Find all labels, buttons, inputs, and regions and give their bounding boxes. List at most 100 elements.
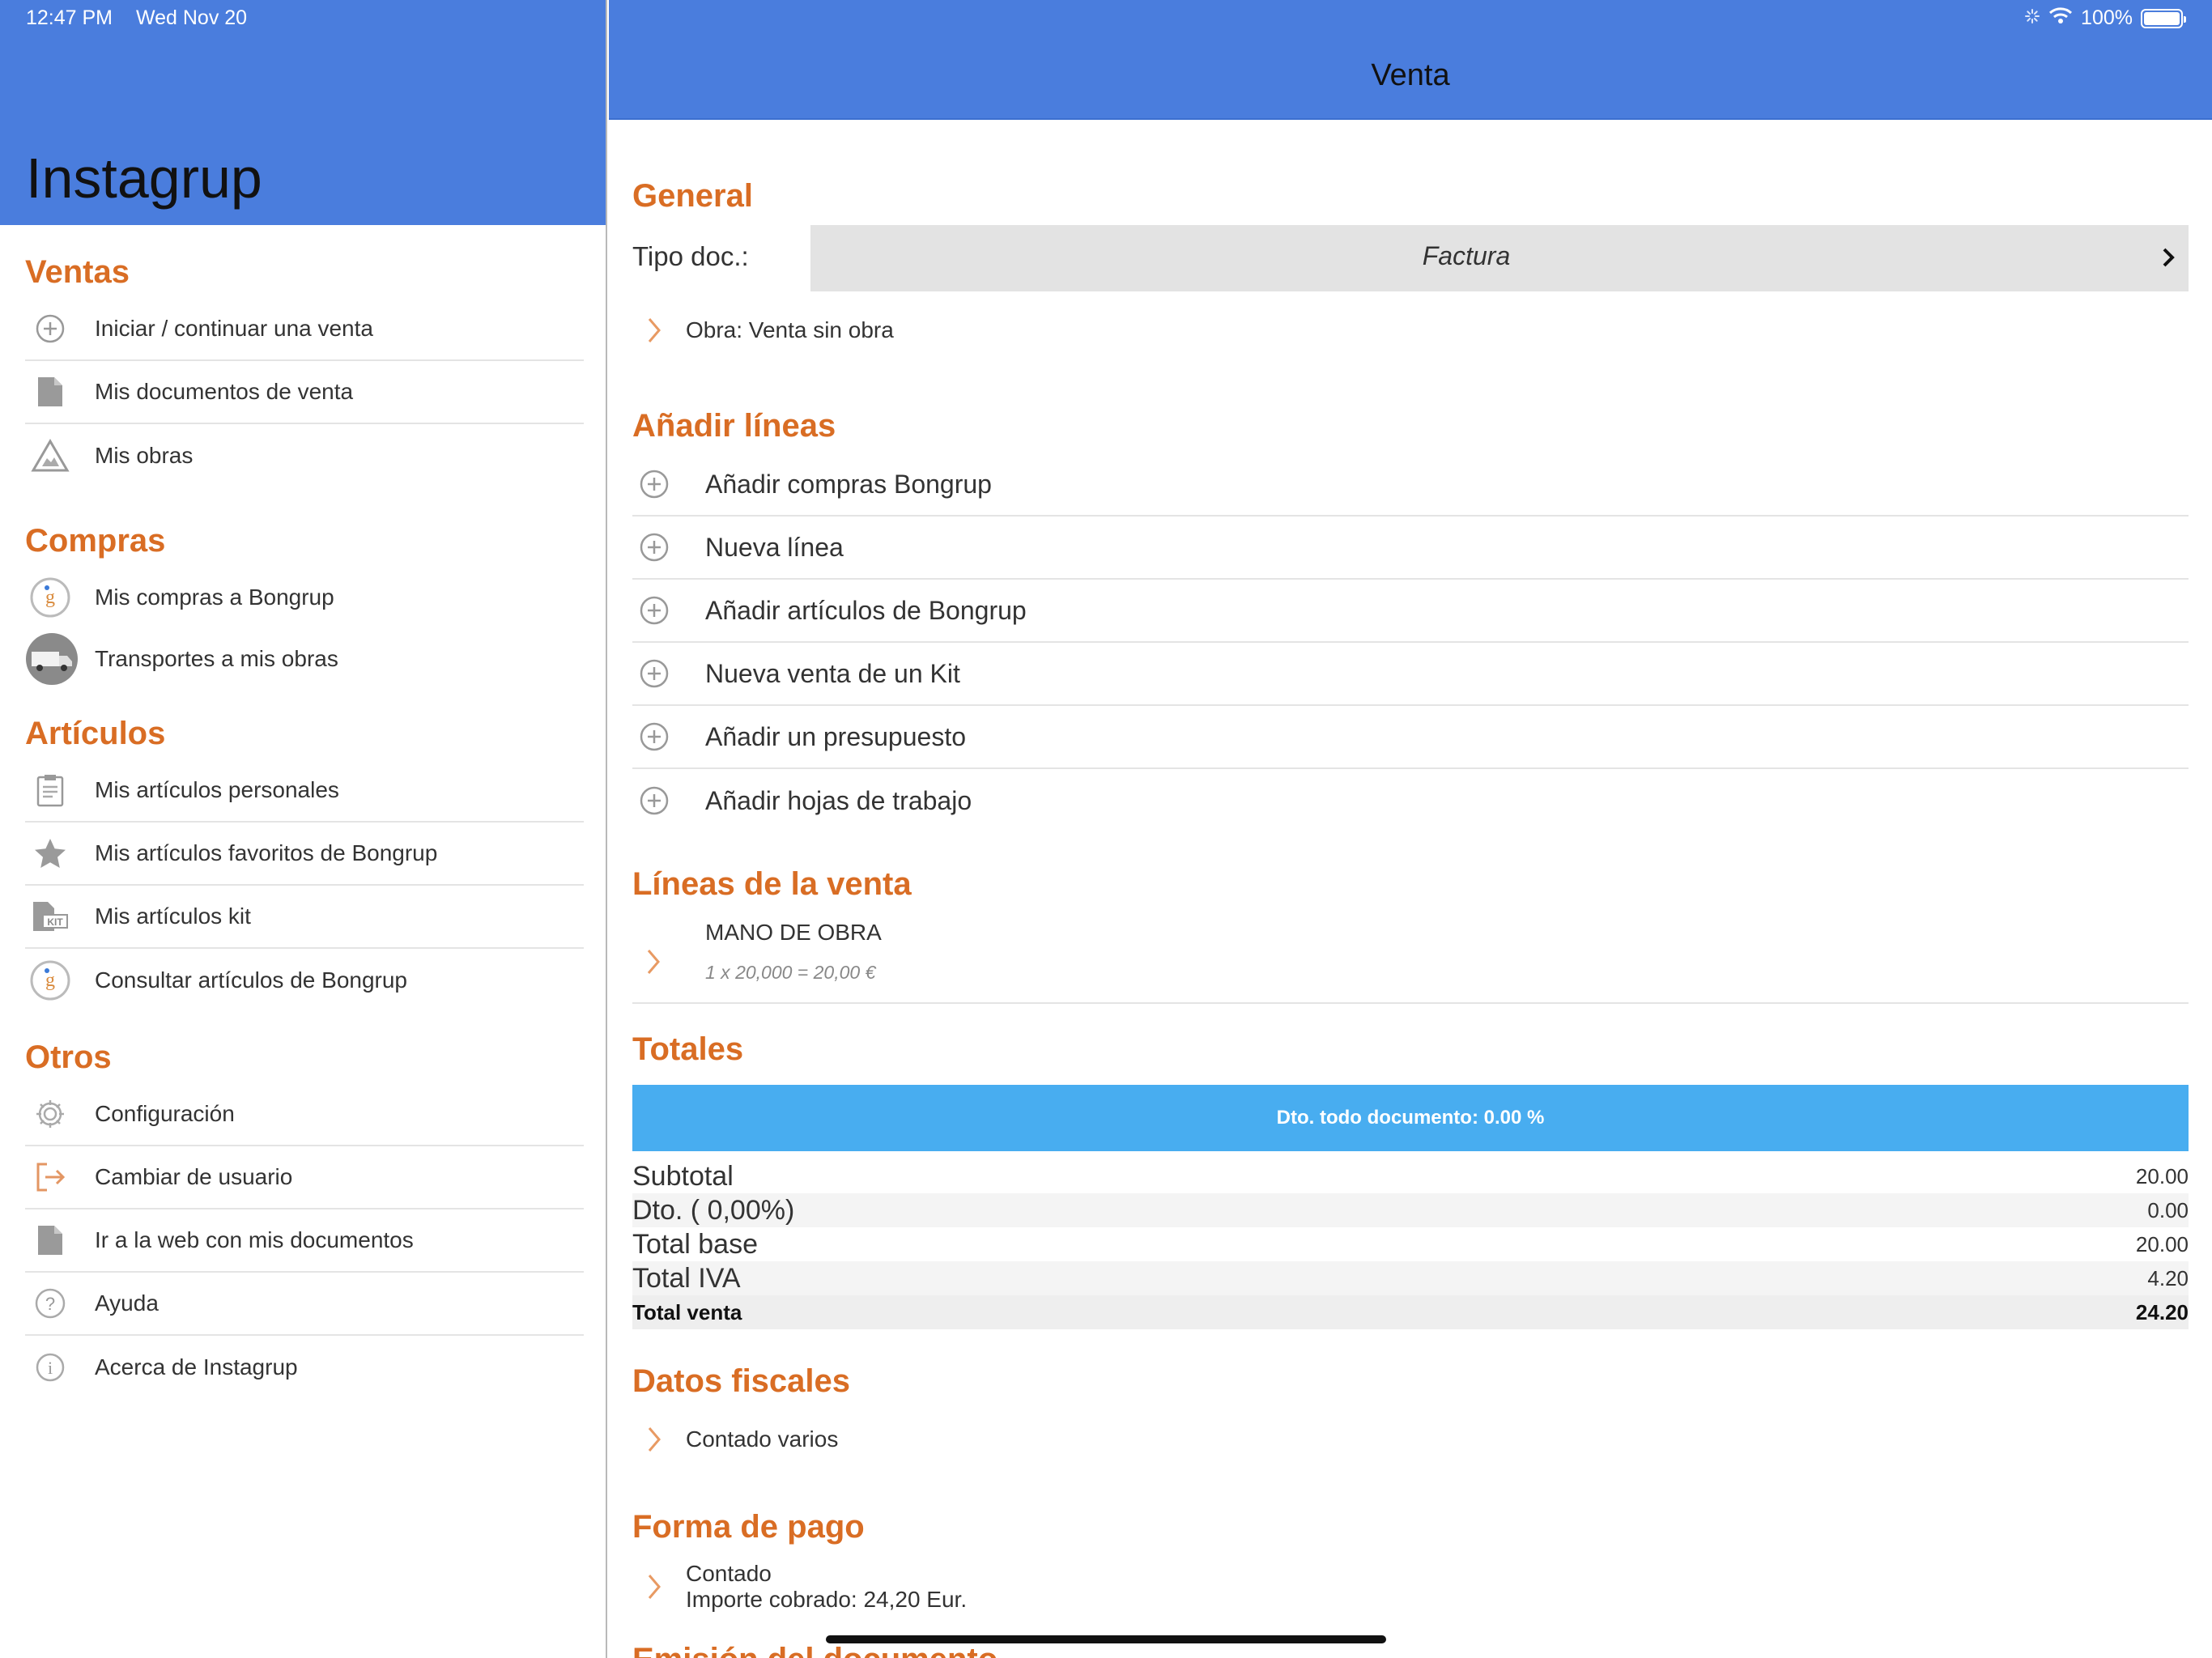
chevron-right-icon (2159, 243, 2179, 276)
home-indicator[interactable] (826, 1635, 1386, 1643)
linea-detail: 1 x 20,000 = 20,00 € (705, 962, 876, 983)
section-anadir-title: Añadir líneas (632, 408, 836, 444)
sidebar-header: 12:47 PM Wed Nov 20 Instagrup (0, 0, 606, 225)
main-header: 100% Venta (609, 0, 2212, 120)
main-panel: 100% Venta General Tipo doc.: Factura Ob… (609, 0, 2212, 1658)
linea-name: MANO DE OBRA (705, 920, 882, 945)
total-row-venta: Total venta 24.20 (632, 1295, 2189, 1329)
add-articulos-bongrup[interactable]: Añadir artículos de Bongrup (632, 580, 2189, 643)
battery-percent: 100% (2081, 6, 2133, 29)
bongrup-logo-icon: g (28, 959, 72, 1002)
bongrup-logo-icon: g (28, 576, 72, 619)
tipo-doc-row: Tipo doc.: Factura (632, 225, 2189, 291)
menu-item-mis-documentos-venta[interactable]: Mis documentos de venta (25, 361, 584, 424)
add-item-label: Añadir un presupuesto (705, 721, 966, 751)
menu-item-mis-obras[interactable]: Mis obras (25, 424, 584, 487)
plus-circle-icon (632, 595, 676, 626)
tipo-doc-label: Tipo doc.: (632, 241, 749, 271)
total-row-iva: Total IVA 4.20 (632, 1261, 2189, 1295)
menu-item-label: Mis obras (95, 443, 194, 468)
plus-circle-icon (632, 532, 676, 563)
menu-item-acerca-de[interactable]: i Acerca de Instagrup (25, 1336, 584, 1399)
document-icon (28, 1218, 72, 1262)
status-bar-right: 100% (2024, 6, 2186, 30)
menu-item-label: Mis compras a Bongrup (95, 585, 334, 610)
tipo-doc-value: Factura (1422, 241, 1511, 270)
help-icon: ? (28, 1282, 72, 1325)
star-icon (28, 831, 72, 875)
tipo-doc-select[interactable]: Factura (810, 225, 2189, 291)
plus-circle-icon (632, 785, 676, 816)
plus-circle-icon (632, 658, 676, 689)
add-hojas-trabajo[interactable]: Añadir hojas de trabajo (632, 769, 2189, 832)
plus-circle-icon (632, 469, 676, 500)
total-label: Total base (632, 1228, 758, 1260)
gear-icon (28, 1092, 72, 1136)
total-row-base: Total base 20.00 (632, 1227, 2189, 1261)
forma-pago-row[interactable]: Contado Importe cobrado: 24,20 Eur. (632, 1561, 967, 1613)
menu-item-label: Transportes a mis obras (95, 646, 338, 671)
kit-document-icon: KIT (28, 895, 72, 938)
total-value: 20.00 (2135, 1163, 2189, 1188)
menu-section-otros: Otros (25, 1039, 112, 1075)
menu-item-consultar-articulos[interactable]: g Consultar artículos de Bongrup (25, 949, 584, 1012)
menu-item-ayuda[interactable]: ? Ayuda (25, 1273, 584, 1336)
menu-item-iniciar-venta[interactable]: Iniciar / continuar una venta (25, 298, 584, 361)
add-item-label: Añadir artículos de Bongrup (705, 595, 1027, 625)
total-value: 0.00 (2147, 1197, 2189, 1222)
menu-item-label: Acerca de Instagrup (95, 1354, 298, 1380)
add-venta-kit[interactable]: Nueva venta de un Kit (632, 643, 2189, 706)
linea-row[interactable]: MANO DE OBRA 1 x 20,000 = 20,00 € (632, 913, 2189, 1004)
menu-item-label: Mis artículos personales (95, 777, 339, 802)
page-title: Venta (1371, 58, 1450, 92)
plus-circle-icon (632, 721, 676, 752)
total-row-subtotal: Subtotal 20.00 (632, 1159, 2189, 1193)
obra-row[interactable]: Obra: Venta sin obra (632, 314, 894, 346)
menu-item-ir-web[interactable]: Ir a la web con mis documentos (25, 1209, 584, 1273)
menu-item-transportes[interactable]: Transportes a mis obras (25, 628, 584, 690)
section-lineas-title: Líneas de la venta (632, 866, 912, 902)
sidebar: 12:47 PM Wed Nov 20 Instagrup Ventas Ini… (0, 0, 607, 1658)
section-emision-title: Emisión del documento (632, 1642, 998, 1658)
section-fiscales-title: Datos fiscales (632, 1363, 851, 1399)
menu-item-label: Mis documentos de venta (95, 379, 354, 404)
battery-icon (2141, 8, 2186, 28)
add-presupuesto[interactable]: Añadir un presupuesto (632, 706, 2189, 769)
total-label: Total venta (632, 1299, 742, 1324)
section-totales-title: Totales (632, 1031, 744, 1067)
total-value: 24.20 (2135, 1299, 2189, 1324)
add-item-label: Nueva línea (705, 532, 844, 562)
totals-table: Subtotal 20.00 Dto. ( 0,00%) 0.00 Total … (632, 1159, 2189, 1329)
total-label: Dto. ( 0,00%) (632, 1194, 795, 1226)
chevron-right-icon (632, 1423, 676, 1456)
datos-fiscales-row[interactable]: Contado varios (632, 1423, 838, 1456)
menu-item-articulos-personales[interactable]: Mis artículos personales (25, 759, 584, 823)
status-time: 12:47 PM (26, 6, 113, 29)
add-nueva-linea[interactable]: Nueva línea (632, 517, 2189, 580)
dto-documento-button[interactable]: Dto. todo documento: 0.00 % (632, 1085, 2189, 1151)
construction-sign-icon (28, 434, 72, 478)
add-compras-bongrup[interactable]: Añadir compras Bongrup (632, 453, 2189, 517)
forma-pago-line2: Importe cobrado: 24,20 Eur. (686, 1587, 968, 1612)
menu-item-articulos-kit[interactable]: KIT Mis artículos kit (25, 886, 584, 949)
add-item-label: Añadir hojas de trabajo (705, 785, 972, 815)
menu-item-label: Configuración (95, 1101, 235, 1126)
menu-item-cambiar-usuario[interactable]: Cambiar de usuario (25, 1146, 584, 1209)
info-icon: i (28, 1346, 72, 1389)
menu-item-mis-compras[interactable]: g Mis compras a Bongrup (25, 567, 584, 628)
document-icon (28, 370, 72, 414)
menu-item-articulos-favoritos[interactable]: Mis artículos favoritos de Bongrup (25, 823, 584, 886)
svg-text:?: ? (45, 1294, 55, 1314)
clipboard-icon (28, 768, 72, 812)
datos-fiscales-value: Contado varios (686, 1426, 839, 1452)
activity-spinner-icon (2024, 6, 2040, 30)
total-row-dto: Dto. ( 0,00%) 0.00 (632, 1193, 2189, 1227)
section-general-title: General (632, 178, 753, 214)
menu-section-ventas: Ventas (25, 254, 130, 290)
total-value: 4.20 (2147, 1265, 2189, 1290)
forma-pago-text: Contado Importe cobrado: 24,20 Eur. (686, 1561, 967, 1613)
menu-item-configuracion[interactable]: Configuración (25, 1083, 584, 1146)
total-value: 20.00 (2135, 1231, 2189, 1256)
truck-icon (25, 632, 79, 686)
menu-item-label: Mis artículos favoritos de Bongrup (95, 840, 438, 865)
